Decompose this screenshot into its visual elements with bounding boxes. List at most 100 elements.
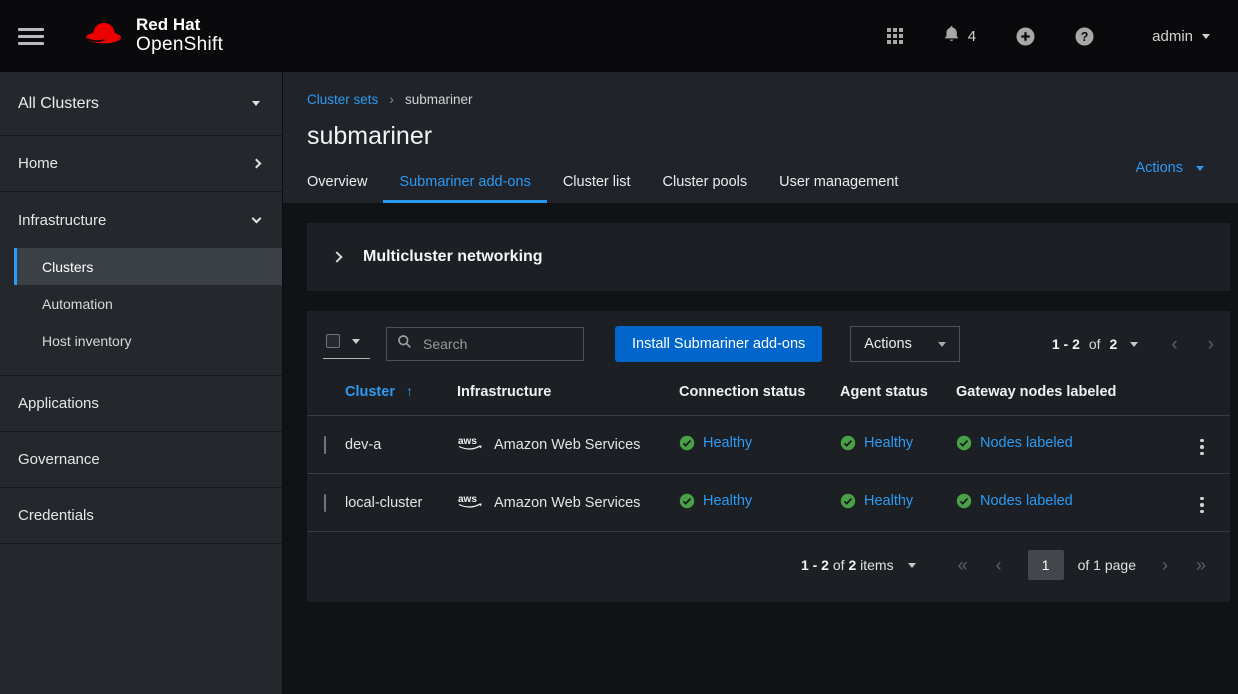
- pagination-menu-caret-icon[interactable]: [1130, 342, 1138, 347]
- pagination-first-icon[interactable]: «: [958, 556, 968, 574]
- gateway-nodes-link[interactable]: Nodes labeled: [956, 435, 1073, 451]
- pagination-range: 1 - 2: [801, 557, 829, 573]
- aws-icon: aws: [457, 492, 484, 514]
- search-icon: [397, 334, 412, 354]
- sidebar-item-label: Host inventory: [42, 333, 131, 349]
- content-area: Multicluster networking: [283, 203, 1238, 694]
- tab-overview[interactable]: Overview: [307, 164, 383, 203]
- column-header-infrastructure: Infrastructure: [449, 377, 671, 416]
- panel-title: Multicluster networking: [363, 248, 543, 266]
- pagination-total: 2: [1110, 336, 1118, 352]
- tab-bar: Overview Submariner add-ons Cluster list…: [307, 164, 1206, 203]
- check-circle-icon: [840, 493, 856, 509]
- nav-toggle-icon[interactable]: [18, 28, 44, 45]
- table-actions-dropdown[interactable]: Actions: [850, 326, 960, 362]
- sidebar-item-label: Automation: [42, 296, 113, 312]
- main-content: Cluster sets › submariner submariner Act…: [283, 72, 1238, 694]
- sidebar-item-label: Clusters: [42, 259, 93, 275]
- sidebar-item-credentials[interactable]: Credentials: [0, 488, 282, 544]
- clusters-table: Cluster↑ Infrastructure Connection statu…: [307, 377, 1230, 532]
- sidebar-group-infrastructure: Infrastructure Clusters Automation Host …: [0, 192, 282, 376]
- app-launcher-grid-icon[interactable]: [887, 28, 903, 44]
- bottom-pagination: 1 - 2 of 2 items « ‹ of 1 page › »: [307, 532, 1230, 602]
- row-checkbox[interactable]: [324, 436, 326, 454]
- tab-cluster-list[interactable]: Cluster list: [547, 164, 647, 203]
- brand-line1: Red Hat: [136, 16, 223, 35]
- gateway-nodes-link[interactable]: Nodes labeled: [956, 493, 1073, 509]
- sidebar-item-infrastructure[interactable]: Infrastructure: [0, 192, 282, 248]
- search-input[interactable]: [421, 335, 573, 353]
- connection-status-link[interactable]: Healthy: [679, 435, 752, 451]
- sidebar-item-host-inventory[interactable]: Host inventory: [14, 322, 282, 359]
- column-header-cluster[interactable]: Cluster↑: [337, 377, 449, 416]
- pagination-prev-icon[interactable]: ‹: [996, 556, 1002, 574]
- agent-status-link[interactable]: Healthy: [840, 435, 913, 451]
- table-toolbar: Install Submariner add-ons Actions 1 - 2…: [307, 311, 1230, 377]
- sidebar-item-label: Governance: [18, 451, 100, 468]
- svg-text:?: ?: [1081, 30, 1089, 44]
- pagination-next-icon[interactable]: ›: [1162, 556, 1168, 574]
- page-actions-dropdown[interactable]: Actions: [1135, 160, 1204, 176]
- connection-status-link[interactable]: Healthy: [679, 493, 752, 509]
- column-header-connection-status: Connection status: [671, 377, 832, 416]
- agent-status-link[interactable]: Healthy: [840, 493, 913, 509]
- brand-logo: Red Hat OpenShift: [80, 16, 223, 56]
- sidebar-item-home[interactable]: Home: [0, 136, 282, 192]
- expand-chevron-right-icon[interactable]: [331, 251, 342, 262]
- check-circle-icon: [956, 493, 972, 509]
- chevron-down-icon: [252, 214, 262, 224]
- user-menu[interactable]: admin: [1152, 28, 1210, 45]
- pagination-next-icon[interactable]: ›: [1208, 335, 1214, 354]
- header-actions-cell: [1174, 377, 1230, 416]
- page-title: submariner: [307, 122, 1206, 151]
- page-number-input[interactable]: [1028, 550, 1064, 580]
- question-circle-icon[interactable]: ?: [1075, 27, 1094, 46]
- plus-circle-icon[interactable]: [1016, 27, 1035, 46]
- svg-text:aws: aws: [458, 494, 477, 505]
- notifications-button[interactable]: 4: [943, 25, 976, 47]
- check-circle-icon: [840, 435, 856, 451]
- cell-cluster-name: dev-a: [337, 416, 449, 474]
- sidebar-item-label: Home: [18, 155, 58, 172]
- breadcrumb-separator-icon: ›: [389, 91, 394, 107]
- kebab-menu-icon[interactable]: [1192, 493, 1212, 518]
- user-name: admin: [1152, 28, 1193, 45]
- breadcrumb-link-cluster-sets[interactable]: Cluster sets: [307, 92, 378, 107]
- caret-down-icon: [352, 339, 360, 344]
- sidebar-item-applications[interactable]: Applications: [0, 376, 282, 432]
- sidebar-item-label: Applications: [18, 395, 99, 412]
- cluster-switcher[interactable]: All Clusters: [0, 72, 282, 136]
- install-submariner-button[interactable]: Install Submariner add-ons: [615, 326, 822, 362]
- sidebar-item-governance[interactable]: Governance: [0, 432, 282, 488]
- multicluster-networking-panel[interactable]: Multicluster networking: [307, 223, 1230, 291]
- page-count-label: of 1 page: [1078, 557, 1136, 573]
- cluster-switcher-label: All Clusters: [18, 95, 99, 113]
- sort-ascending-icon: ↑: [406, 383, 413, 399]
- aws-icon: aws: [457, 434, 484, 456]
- breadcrumb: Cluster sets › submariner: [307, 91, 1206, 107]
- chevron-down-icon: [1202, 34, 1210, 39]
- caret-down-icon: [1196, 166, 1204, 171]
- chevron-right-icon: [252, 159, 262, 169]
- cell-cluster-name: local-cluster: [337, 474, 449, 532]
- tab-cluster-pools[interactable]: Cluster pools: [647, 164, 764, 203]
- bulk-select-dropdown[interactable]: [323, 329, 370, 359]
- table-row: local-cluster aws: [307, 474, 1230, 532]
- check-circle-icon: [679, 493, 695, 509]
- pagination-last-icon[interactable]: »: [1196, 556, 1206, 574]
- header-checkbox-cell: [307, 377, 337, 416]
- pagination-of: of: [833, 557, 845, 573]
- cell-infrastructure: Amazon Web Services: [494, 437, 640, 453]
- table-row: dev-a aws: [307, 416, 1230, 474]
- bulk-select-checkbox[interactable]: [326, 334, 340, 348]
- pagination-menu-caret-icon[interactable]: [908, 563, 916, 568]
- tab-user-management[interactable]: User management: [763, 164, 914, 203]
- row-checkbox[interactable]: [324, 494, 326, 512]
- tab-submariner-add-ons[interactable]: Submariner add-ons: [383, 164, 546, 203]
- pagination-prev-icon[interactable]: ‹: [1171, 335, 1177, 354]
- sidebar-item-clusters[interactable]: Clusters: [14, 248, 282, 285]
- kebab-menu-icon[interactable]: [1192, 435, 1212, 460]
- table-header-row: Cluster↑ Infrastructure Connection statu…: [307, 377, 1230, 416]
- sidebar-item-automation[interactable]: Automation: [14, 285, 282, 322]
- brand-text: Red Hat OpenShift: [136, 16, 223, 56]
